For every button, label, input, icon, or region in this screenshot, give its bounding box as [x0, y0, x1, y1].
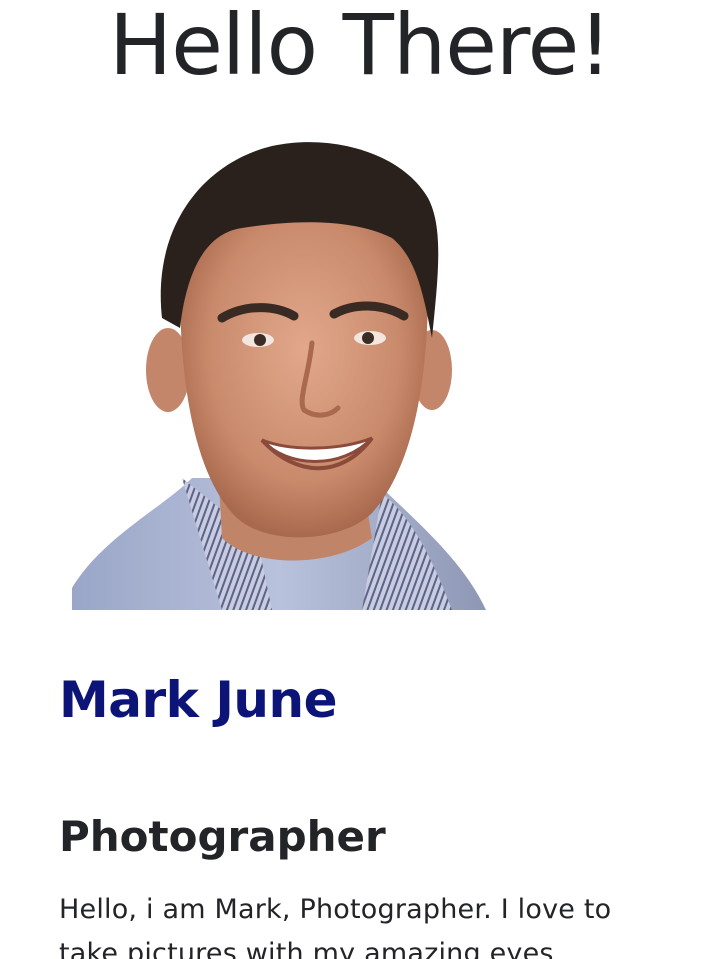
profile-page: Hello There! Mark June Photographer Hell…	[0, 0, 720, 959]
profile-photo	[72, 138, 486, 610]
profile-bio: Hello, i am Mark, Photographer. I love t…	[59, 894, 612, 959]
profile-role: Photographer	[59, 812, 386, 861]
portrait-image	[72, 138, 486, 610]
page-heading: Hello There!	[109, 0, 612, 94]
profile-name: Mark June	[59, 671, 338, 729]
